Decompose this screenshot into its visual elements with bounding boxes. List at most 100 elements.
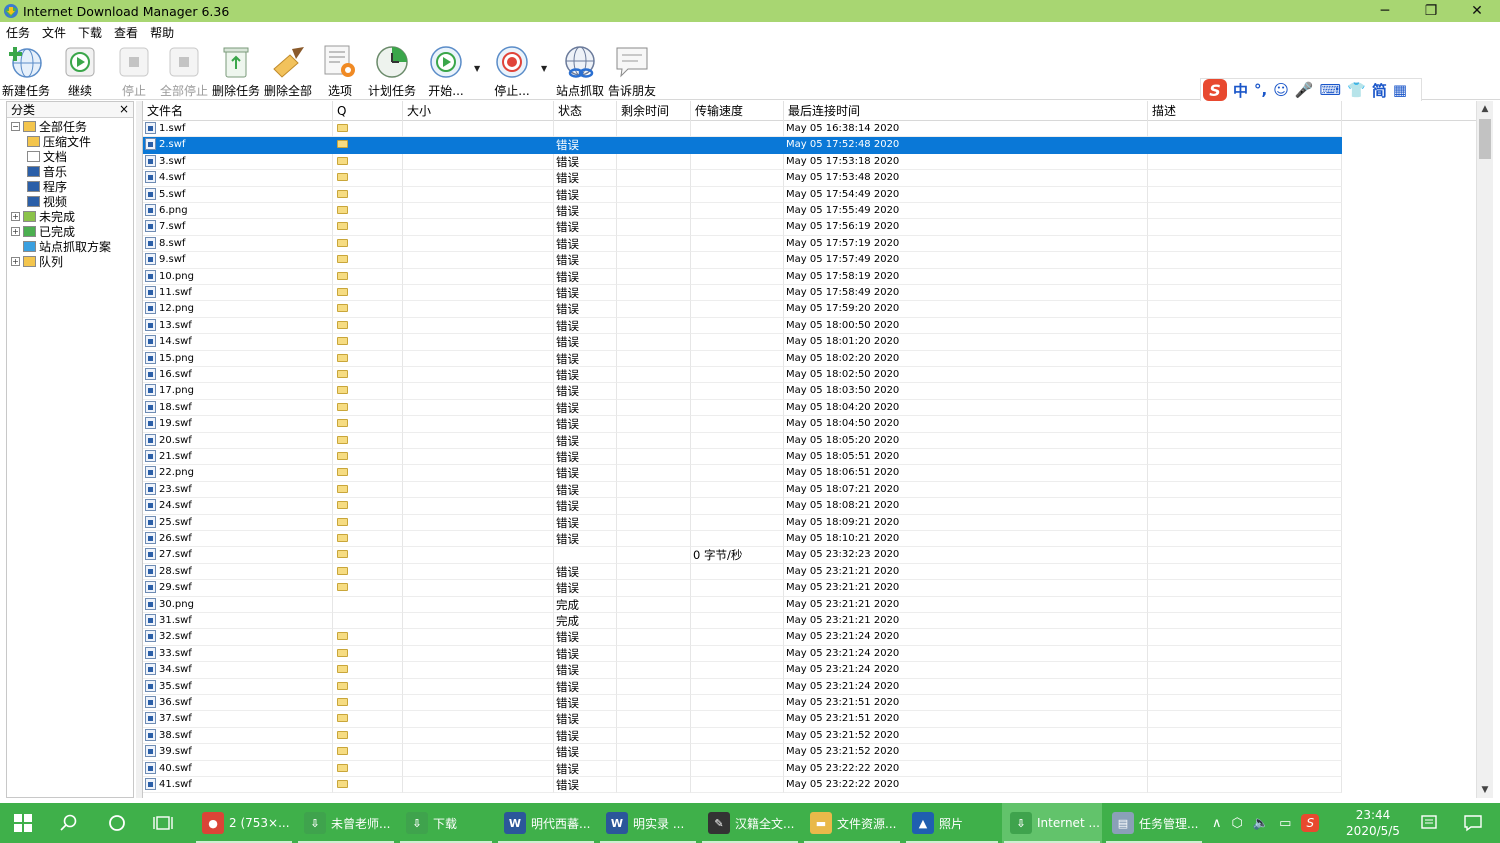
table-row[interactable]: 31.swf 完成 May 05 23:21:21 2020	[143, 613, 1343, 630]
ime-simplified[interactable]: 简	[1372, 80, 1387, 101]
start-queue-dropdown-icon[interactable]: ▼	[474, 64, 480, 73]
col-last-connect[interactable]: 最后连接时间	[784, 101, 1148, 121]
table-row[interactable]: 9.swf 错误 May 05 17:57:49 2020	[143, 252, 1343, 269]
stop-button[interactable]: 停止	[116, 44, 152, 99]
scroll-down-icon[interactable]: ▼	[1477, 782, 1493, 798]
table-row[interactable]: 3.swf 错误 May 05 17:53:18 2020	[143, 153, 1343, 171]
table-row[interactable]: 34.swf 错误 May 05 23:21:24 2020	[143, 662, 1343, 679]
table-row[interactable]: 13.swf 错误 May 05 18:00:50 2020	[143, 317, 1343, 335]
table-row[interactable]: 25.swf 错误 May 05 18:09:21 2020	[143, 514, 1343, 531]
col-time-left[interactable]: 剩余时间	[617, 101, 691, 121]
delete-task-button[interactable]: 删除任务	[212, 44, 260, 99]
category-item[interactable]: 音乐	[27, 164, 67, 179]
table-row[interactable]: 40.swf 错误 May 05 23:22:22 2020	[143, 760, 1343, 777]
table-row[interactable]: 35.swf 错误 May 05 23:21:24 2020	[143, 678, 1343, 695]
category-item[interactable]: 视频	[27, 194, 67, 209]
minimize-button[interactable]: ─	[1362, 0, 1408, 22]
table-row[interactable]: 29.swf 错误 May 05 23:21:21 2020	[143, 580, 1343, 597]
ime-skin-icon[interactable]: 👕	[1347, 81, 1366, 99]
collapse-icon[interactable]: −	[11, 122, 20, 131]
ime-voice-icon[interactable]: 🎤	[1295, 81, 1314, 99]
taskbar-app[interactable]: ⇩ 未曾老师...	[296, 803, 396, 843]
new-task-button[interactable]: 新建任务	[2, 44, 50, 99]
table-row[interactable]: 7.swf 错误 May 05 17:56:19 2020	[143, 219, 1343, 236]
site-grabber-button[interactable]: 站点抓取	[556, 44, 604, 99]
category-close-icon[interactable]: ×	[119, 102, 129, 116]
table-row[interactable]: 5.swf 错误 May 05 17:54:49 2020	[143, 186, 1343, 203]
search-icon[interactable]	[46, 803, 92, 843]
ime-keyboard-icon[interactable]: ⌨	[1320, 81, 1342, 99]
table-row[interactable]: 23.swf 错误 May 05 18:07:21 2020	[143, 481, 1343, 499]
taskbar-app[interactable]: W 明实录 ...	[598, 803, 698, 843]
expand-icon[interactable]: +	[11, 212, 20, 221]
taskbar-app[interactable]: ● 2 (753×...	[194, 803, 294, 843]
close-button[interactable]: ✕	[1454, 0, 1500, 22]
col-queue[interactable]: Q	[333, 101, 403, 121]
ime-chinese-mode[interactable]: 中	[1233, 80, 1248, 101]
options-button[interactable]: 选项	[322, 44, 358, 99]
vertical-scrollbar[interactable]: ▲ ▼	[1476, 101, 1493, 798]
table-row[interactable]: 16.swf 错误 May 05 18:02:50 2020	[143, 367, 1343, 384]
ime-punctuation[interactable]: °,	[1254, 81, 1267, 99]
notification-icon[interactable]	[1406, 803, 1452, 843]
table-row[interactable]: 10.png 错误 May 05 17:58:19 2020	[143, 268, 1343, 285]
category-item[interactable]: + 队列	[11, 254, 63, 269]
sogou-tray-icon[interactable]: S	[1301, 814, 1320, 832]
table-row[interactable]: 36.swf 错误 May 05 23:21:51 2020	[143, 695, 1343, 712]
table-row[interactable]: 41.swf 错误 May 05 23:22:22 2020	[143, 777, 1343, 794]
taskbar-app[interactable]: W 明代西蕃...	[496, 803, 596, 843]
table-row[interactable]: 22.png 错误 May 05 18:06:51 2020	[143, 465, 1343, 482]
menu-help[interactable]: 帮助	[150, 24, 174, 41]
delete-all-button[interactable]: 删除全部	[264, 44, 312, 99]
table-row[interactable]: 11.swf 错误 May 05 17:58:49 2020	[143, 285, 1343, 302]
table-row[interactable]: 32.swf 错误 May 05 23:21:24 2020	[143, 629, 1343, 646]
table-row[interactable]: 39.swf 错误 May 05 23:21:52 2020	[143, 744, 1343, 761]
category-item[interactable]: 文档	[27, 149, 67, 164]
stop-queue-dropdown-icon[interactable]: ▼	[541, 64, 547, 73]
col-speed[interactable]: 传输速度	[691, 101, 784, 121]
table-row[interactable]: 4.swf 错误 May 05 17:53:48 2020	[143, 170, 1343, 187]
expand-icon[interactable]: +	[11, 257, 20, 266]
task-view-icon[interactable]	[140, 803, 186, 843]
table-row[interactable]: 12.png 错误 May 05 17:59:20 2020	[143, 301, 1343, 318]
table-row[interactable]: 15.png 错误 May 05 18:02:20 2020	[143, 350, 1343, 367]
table-row[interactable]: 21.swf 错误 May 05 18:05:51 2020	[143, 449, 1343, 466]
table-row[interactable]: 26.swf 错误 May 05 18:10:21 2020	[143, 531, 1343, 548]
category-item[interactable]: 压缩文件	[27, 134, 91, 149]
category-item[interactable]: − 全部任务	[11, 119, 87, 134]
table-row[interactable]: 30.png 完成 May 05 23:21:21 2020	[143, 596, 1343, 613]
table-row[interactable]: 27.swf 0 字节/秒 May 05 23:32:23 2020	[143, 547, 1343, 564]
table-row[interactable]: 6.png 错误 May 05 17:55:49 2020	[143, 203, 1343, 220]
tell-friend-button[interactable]: 告诉朋友	[608, 44, 656, 99]
table-row[interactable]: 38.swf 错误 May 05 23:21:52 2020	[143, 727, 1343, 745]
table-row[interactable]: 17.png 错误 May 05 18:03:50 2020	[143, 383, 1343, 400]
menu-downloads[interactable]: 下载	[78, 24, 102, 41]
scroll-thumb[interactable]	[1479, 119, 1491, 159]
table-row[interactable]: 20.swf 错误 May 05 18:05:20 2020	[143, 432, 1343, 449]
table-row[interactable]: 2.swf 错误 May 05 17:52:48 2020	[143, 137, 1343, 154]
category-item[interactable]: 程序	[27, 179, 67, 194]
col-description[interactable]: 描述	[1148, 101, 1342, 121]
col-size[interactable]: 大小	[403, 101, 554, 121]
tray-expand-icon[interactable]: ∧	[1212, 816, 1222, 831]
menu-tasks[interactable]: 任务	[6, 24, 30, 41]
ime-emoji-icon[interactable]: ☺	[1273, 81, 1289, 99]
table-row[interactable]: 37.swf 错误 May 05 23:21:51 2020	[143, 711, 1343, 728]
menu-view[interactable]: 查看	[114, 24, 138, 41]
col-status[interactable]: 状态	[554, 101, 617, 121]
col-filename[interactable]: 文件名	[143, 101, 333, 121]
tray-app-icon[interactable]: ⬡	[1232, 816, 1243, 831]
taskbar-app[interactable]: ▲ 照片	[904, 803, 1000, 843]
table-row[interactable]: 28.swf 错误 May 05 23:21:21 2020	[143, 563, 1343, 581]
resume-button[interactable]: 继续	[62, 44, 98, 99]
scheduler-button[interactable]: 计划任务	[368, 44, 416, 99]
restore-button[interactable]: ❐	[1408, 0, 1454, 22]
taskbar-app[interactable]: ▤ 任务管理...	[1104, 803, 1204, 843]
scroll-up-icon[interactable]: ▲	[1477, 101, 1493, 117]
start-queue-button[interactable]: 开始...	[428, 44, 464, 99]
category-item[interactable]: 站点抓取方案	[11, 239, 111, 254]
ime-toolbox-icon[interactable]: ▦	[1393, 81, 1407, 99]
action-center-icon[interactable]	[1450, 803, 1496, 843]
table-row[interactable]: 8.swf 错误 May 05 17:57:19 2020	[143, 235, 1343, 253]
taskbar-app[interactable]: ⇩ 下载	[398, 803, 494, 843]
